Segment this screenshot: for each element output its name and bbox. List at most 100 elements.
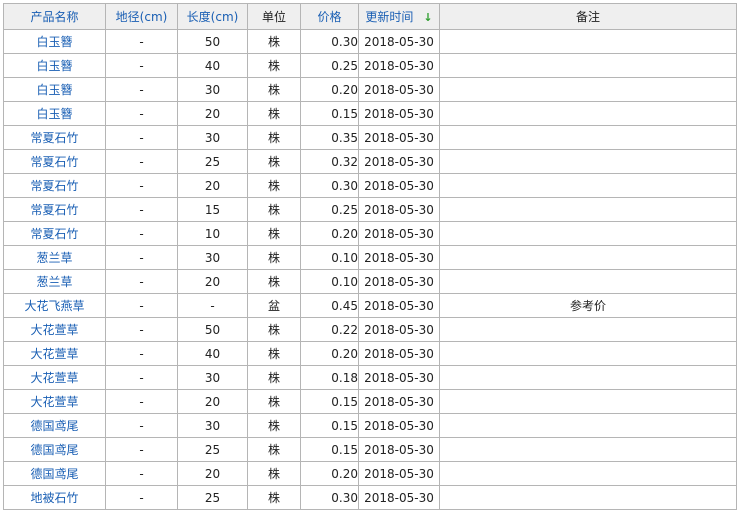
cell-note — [439, 53, 737, 78]
column-header-price-label: 价格 — [317, 10, 342, 24]
cell-diameter: - — [105, 485, 178, 510]
cell-price: 0.15 — [300, 437, 359, 462]
cell-price: 0.20 — [300, 461, 359, 486]
cell-unit: 株 — [247, 365, 301, 390]
cell-diameter: - — [105, 221, 178, 246]
cell-updated: 2018-05-30 — [358, 293, 440, 318]
column-header-length[interactable]: 长度(cm) — [177, 3, 248, 30]
cell-diameter: - — [105, 101, 178, 126]
table-row: 常夏石竹 -15 株 0.25 2018-05-30 — [3, 197, 737, 222]
cell-price: 0.15 — [300, 413, 359, 438]
cell-name-link[interactable]: 常夏石竹 — [3, 197, 106, 222]
cell-name-link[interactable]: 大花萱草 — [3, 389, 106, 414]
cell-name-link[interactable]: 大花萱草 — [3, 365, 106, 390]
cell-name-link[interactable]: 大花萱草 — [3, 341, 106, 366]
cell-name-link[interactable]: 大花飞燕草 — [3, 293, 106, 318]
column-header-price[interactable]: 价格 — [300, 3, 359, 30]
cell-unit: 株 — [247, 101, 301, 126]
cell-note — [439, 245, 737, 270]
sort-descending-icon[interactable]: ↓ — [423, 11, 432, 24]
cell-diameter: - — [105, 269, 178, 294]
cell-name-link[interactable]: 白玉簪 — [3, 53, 106, 78]
cell-name-link[interactable]: 地被石竹 — [3, 485, 106, 510]
cell-name-link[interactable]: 常夏石竹 — [3, 221, 106, 246]
cell-price: 0.18 — [300, 365, 359, 390]
cell-length: 20 — [177, 173, 248, 198]
cell-updated: 2018-05-30 — [358, 317, 440, 342]
cell-name-link[interactable]: 德国鸢尾 — [3, 413, 106, 438]
cell-note: 参考价 — [439, 293, 737, 318]
cell-length: 40 — [177, 341, 248, 366]
cell-diameter: - — [105, 317, 178, 342]
cell-updated: 2018-05-30 — [358, 197, 440, 222]
cell-updated: 2018-05-30 — [358, 413, 440, 438]
table-row: 葱兰草 -20 株 0.10 2018-05-30 — [3, 269, 737, 294]
table-row: 白玉簪 -50 株 0.30 2018-05-30 — [3, 29, 737, 54]
cell-note — [439, 29, 737, 54]
table-row: 大花萱草 -40 株 0.20 2018-05-30 — [3, 341, 737, 366]
table-row: 大花萱草 -30 株 0.18 2018-05-30 — [3, 365, 737, 390]
cell-diameter: - — [105, 437, 178, 462]
cell-unit: 株 — [247, 461, 301, 486]
cell-unit: 株 — [247, 53, 301, 78]
cell-note — [439, 125, 737, 150]
cell-unit: 株 — [247, 437, 301, 462]
cell-name-link[interactable]: 德国鸢尾 — [3, 437, 106, 462]
table-body: 白玉簪 -50 株 0.30 2018-05-30 白玉簪 -40 株 0.25 2018-05-… — [3, 29, 737, 510]
cell-name-link[interactable]: 德国鸢尾 — [3, 461, 106, 486]
cell-updated: 2018-05-30 — [358, 29, 440, 54]
cell-note — [439, 317, 737, 342]
table-row: 大花萱草 -20 株 0.15 2018-05-30 — [3, 389, 737, 414]
cell-updated: 2018-05-30 — [358, 101, 440, 126]
cell-diameter: - — [105, 341, 178, 366]
cell-diameter: - — [105, 173, 178, 198]
cell-length: 30 — [177, 125, 248, 150]
column-header-name[interactable]: 产品名称 — [3, 3, 106, 30]
cell-name-link[interactable]: 常夏石竹 — [3, 125, 106, 150]
cell-price: 0.25 — [300, 53, 359, 78]
cell-note — [439, 173, 737, 198]
cell-updated: 2018-05-30 — [358, 221, 440, 246]
cell-updated: 2018-05-30 — [358, 461, 440, 486]
cell-updated: 2018-05-30 — [358, 245, 440, 270]
cell-diameter: - — [105, 77, 178, 102]
cell-diameter: - — [105, 149, 178, 174]
cell-length: 25 — [177, 485, 248, 510]
cell-name-link[interactable]: 葱兰草 — [3, 269, 106, 294]
cell-name-link[interactable]: 葱兰草 — [3, 245, 106, 270]
cell-diameter: - — [105, 413, 178, 438]
cell-name-link[interactable]: 白玉簪 — [3, 77, 106, 102]
cell-price: 0.32 — [300, 149, 359, 174]
column-header-updated[interactable]: 更新时间 ↓ — [358, 3, 440, 30]
cell-diameter: - — [105, 29, 178, 54]
cell-note — [439, 197, 737, 222]
cell-price: 0.35 — [300, 125, 359, 150]
cell-length: 20 — [177, 461, 248, 486]
table-row: 葱兰草 -30 株 0.10 2018-05-30 — [3, 245, 737, 270]
cell-name-link[interactable]: 白玉簪 — [3, 101, 106, 126]
cell-unit: 株 — [247, 341, 301, 366]
cell-name-link[interactable]: 常夏石竹 — [3, 173, 106, 198]
column-header-unit-label: 单位 — [261, 10, 286, 24]
cell-name-link[interactable]: 白玉簪 — [3, 29, 106, 54]
cell-name-link[interactable]: 大花萱草 — [3, 317, 106, 342]
column-header-diameter[interactable]: 地径(cm) — [105, 3, 178, 30]
cell-note — [439, 269, 737, 294]
cell-note — [439, 101, 737, 126]
cell-updated: 2018-05-30 — [358, 365, 440, 390]
cell-diameter: - — [105, 365, 178, 390]
cell-unit: 株 — [247, 269, 301, 294]
cell-updated: 2018-05-30 — [358, 173, 440, 198]
cell-unit: 株 — [247, 197, 301, 222]
table-row: 常夏石竹 -10 株 0.20 2018-05-30 — [3, 221, 737, 246]
cell-length: 30 — [177, 365, 248, 390]
cell-price: 0.15 — [300, 389, 359, 414]
cell-name-link[interactable]: 常夏石竹 — [3, 149, 106, 174]
cell-updated: 2018-05-30 — [358, 269, 440, 294]
table-row: 地被石竹 -25 株 0.30 2018-05-30 — [3, 485, 737, 510]
cell-price: 0.10 — [300, 269, 359, 294]
table-row: 德国鸢尾 -25 株 0.15 2018-05-30 — [3, 437, 737, 462]
cell-unit: 株 — [247, 317, 301, 342]
cell-note — [439, 461, 737, 486]
cell-unit: 株 — [247, 485, 301, 510]
